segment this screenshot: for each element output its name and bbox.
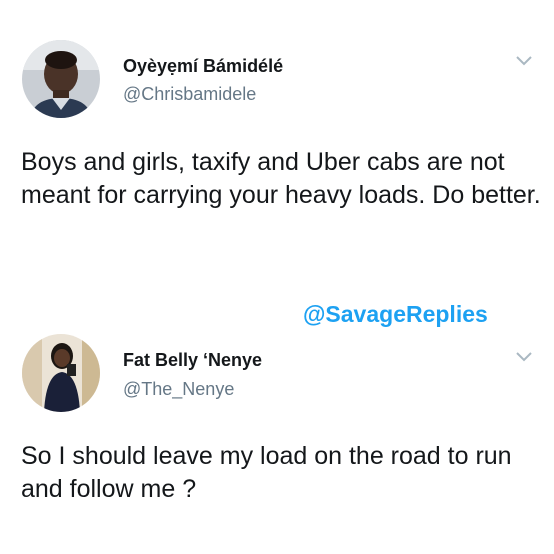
chevron-down-icon[interactable] xyxy=(514,54,534,68)
tweet-2-display-name[interactable]: Fat Belly ‘Nenye xyxy=(123,350,262,371)
man-photo-icon xyxy=(22,40,100,118)
woman-photo-icon xyxy=(22,334,100,412)
tweet-1-display-name[interactable]: Oyèyẹmí Bámidélé xyxy=(123,56,283,77)
tweet-1-avatar[interactable] xyxy=(22,40,100,118)
tweet-1-handle[interactable]: @Chrisbamidele xyxy=(123,84,256,105)
tweet-2-text: So I should leave my load on the road to… xyxy=(21,442,512,503)
tweet-1-text: Boys and girls, taxify and Uber cabs are… xyxy=(21,148,541,209)
chevron-down-icon[interactable] xyxy=(514,350,534,364)
reply-screenshot: Oyèyẹmí Bámidélé @Chrisbamidele Boys and… xyxy=(0,0,554,554)
tweet-2-avatar[interactable] xyxy=(22,334,100,412)
tweet-2-handle[interactable]: @The_Nenye xyxy=(123,379,234,400)
watermark-handle: @SavageReplies xyxy=(303,301,488,327)
